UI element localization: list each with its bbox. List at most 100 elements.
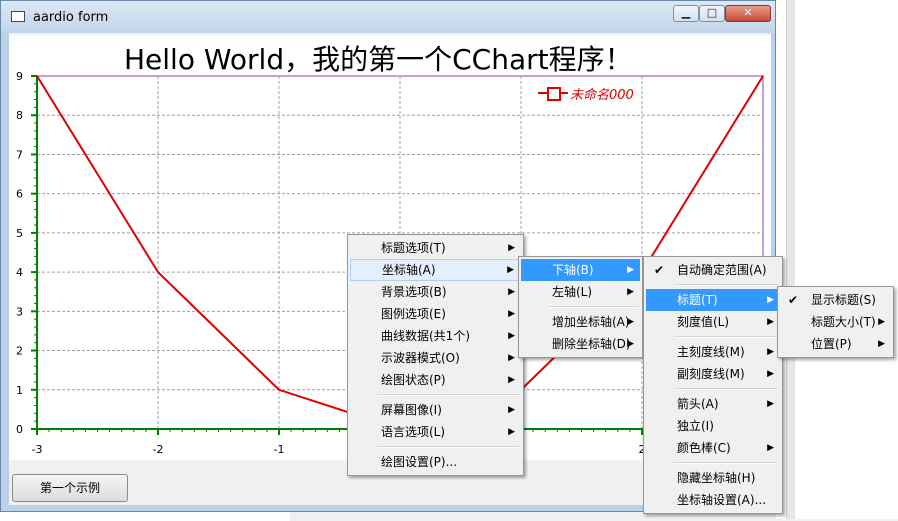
submenu-arrow-icon: ▶ <box>767 443 774 453</box>
submenu-arrow-icon: ▶ <box>627 317 634 327</box>
menu-separator <box>549 306 638 308</box>
menu-item[interactable]: 独立(I) <box>646 415 780 437</box>
submenu-arrow-icon: ▶ <box>508 375 515 385</box>
menu-item[interactable]: 标题选项(T) ▶ <box>350 237 521 259</box>
submenu-arrow-icon: ▶ <box>508 331 515 341</box>
menu-item[interactable]: 左轴(L) ▶ <box>521 281 640 303</box>
y-tick-label: 2 <box>16 345 23 358</box>
submenu-arrow-icon: ▶ <box>508 243 515 253</box>
menu-item[interactable]: 标题大小(T) ▶ <box>780 311 891 333</box>
menu-item[interactable]: ✔ 显示标题(S) <box>780 289 891 311</box>
menu-item-label: 标题大小(T) <box>811 315 876 329</box>
menu-item-label: 显示标题(S) <box>811 293 876 307</box>
menu-item[interactable]: 主刻度线(M) ▶ <box>646 341 780 363</box>
menu-item[interactable]: 删除坐标轴(D) ▶ <box>521 333 640 355</box>
x-tick-label: -1 <box>274 443 285 456</box>
submenu-arrow-icon: ▶ <box>508 405 515 415</box>
submenu-arrow-icon: ▶ <box>508 287 515 297</box>
check-icon: ✔ <box>654 263 665 277</box>
submenu-arrow-icon: ▶ <box>878 317 885 327</box>
menu-item[interactable]: 刻度值(L) ▶ <box>646 311 780 333</box>
submenu-arrow-icon: ▶ <box>627 339 634 349</box>
menu-item[interactable]: 箭头(A) ▶ <box>646 393 780 415</box>
menu-item[interactable]: 坐标轴设置(A)... <box>646 489 780 511</box>
menu-item[interactable]: 标题(T) ▶ <box>646 289 780 311</box>
menu-item[interactable]: 示波器模式(O) ▶ <box>350 347 521 369</box>
menu-item-label: 左轴(L) <box>552 285 593 299</box>
menu-separator <box>674 462 778 464</box>
menu-item-label: 背景选项(B) <box>381 285 447 299</box>
y-tick-label: 3 <box>16 305 23 318</box>
menu-item-label: 示波器模式(O) <box>381 351 460 365</box>
submenu-arrow-icon: ▶ <box>508 353 515 363</box>
menu-item-label: 刻度值(L) <box>677 315 730 329</box>
menu-item[interactable]: ✔ 自动确定范围(A) <box>646 259 780 281</box>
menu-item-label: 曲线数据(共1个) <box>381 329 470 343</box>
submenu-arrow-icon: ▶ <box>767 317 774 327</box>
submenu-arrow-icon: ▶ <box>767 295 774 305</box>
menu-item-label: 屏幕图像(I) <box>381 403 442 417</box>
submenu-arrow-icon: ▶ <box>627 287 634 297</box>
x-tick-label: -3 <box>32 443 43 456</box>
menu-separator <box>378 446 519 448</box>
menu-item[interactable]: 颜色棒(C) ▶ <box>646 437 780 459</box>
menu-item-label: 增加坐标轴(A) <box>552 315 630 329</box>
bottom-axis-submenu: ✔ 自动确定范围(A) 标题(T) ▶ 刻度值(L) ▶ 主刻度线(M) ▶ 副刻度线(M) ▶ 箭… <box>643 256 783 514</box>
menu-separator <box>378 394 519 396</box>
y-tick-label: 7 <box>16 148 23 161</box>
context-menu: 标题选项(T) ▶ 坐标轴(A) ▶ 背景选项(B) ▶ 图例选项(E) ▶ 曲线数据(共1个)… <box>347 234 524 476</box>
menu-item[interactable]: 屏幕图像(I) ▶ <box>350 399 521 421</box>
menu-item-label: 位置(P) <box>811 337 852 351</box>
menu-item-label: 自动确定范围(A) <box>677 263 767 277</box>
menu-item[interactable]: 隐藏坐标轴(H) <box>646 467 780 489</box>
axis-submenu: 下轴(B) ▶ 左轴(L) ▶ 增加坐标轴(A) ▶ 删除坐标轴(D) ▶ <box>518 256 643 358</box>
menu-separator <box>674 388 778 390</box>
legend-series-name: 未命名000 <box>570 88 634 103</box>
submenu-arrow-icon: ▶ <box>878 339 885 349</box>
legend: 未命名000 <box>538 82 648 104</box>
submenu-arrow-icon: ▶ <box>508 309 515 319</box>
menu-item[interactable]: 图例选项(E) ▶ <box>350 303 521 325</box>
title-submenu: ✔ 显示标题(S) 标题大小(T) ▶ 位置(P) ▶ <box>777 286 894 358</box>
menu-item[interactable]: 背景选项(B) ▶ <box>350 281 521 303</box>
menu-item-label: 隐藏坐标轴(H) <box>677 471 756 485</box>
y-tick-label: 5 <box>16 227 23 240</box>
check-icon: ✔ <box>788 293 799 307</box>
menu-item-label: 独立(I) <box>677 419 714 433</box>
menu-item-label: 图例选项(E) <box>381 307 446 321</box>
submenu-arrow-icon: ▶ <box>627 265 634 275</box>
menu-item[interactable]: 位置(P) ▶ <box>780 333 891 355</box>
menu-item[interactable]: 增加坐标轴(A) ▶ <box>521 311 640 333</box>
menu-item[interactable]: 下轴(B) ▶ <box>521 259 640 281</box>
submenu-arrow-icon: ▶ <box>767 399 774 409</box>
menu-item-label: 标题选项(T) <box>381 241 446 255</box>
menu-item[interactable]: 绘图设置(P)... <box>350 451 521 473</box>
submenu-arrow-icon: ▶ <box>767 369 774 379</box>
legend-marker-icon <box>547 87 561 101</box>
menu-item-label: 语言选项(L) <box>381 425 446 439</box>
menu-item[interactable]: 坐标轴(A) ▶ <box>350 259 521 281</box>
menu-item[interactable]: 语言选项(L) ▶ <box>350 421 521 443</box>
menu-item-label: 主刻度线(M) <box>677 345 745 359</box>
menu-separator <box>674 336 778 338</box>
menu-item-label: 删除坐标轴(D) <box>552 337 631 351</box>
x-tick-label: -2 <box>153 443 164 456</box>
first-example-button[interactable]: 第一个示例 <box>12 474 128 502</box>
data-point <box>36 75 38 77</box>
menu-item-label: 箭头(A) <box>677 397 719 411</box>
y-tick-label: 9 <box>16 70 23 83</box>
y-tick-label: 8 <box>16 109 23 122</box>
menu-item[interactable]: 曲线数据(共1个) ▶ <box>350 325 521 347</box>
menu-item[interactable]: 副刻度线(M) ▶ <box>646 363 780 385</box>
y-tick-label: 0 <box>16 423 23 436</box>
submenu-arrow-icon: ▶ <box>508 427 515 437</box>
menu-item-label: 标题(T) <box>677 293 718 307</box>
menu-item-label: 颜色棒(C) <box>677 441 731 455</box>
menu-item-label: 绘图状态(P) <box>381 373 446 387</box>
y-tick-label: 6 <box>16 188 23 201</box>
menu-item[interactable]: 绘图状态(P) ▶ <box>350 369 521 391</box>
menu-item-label: 绘图设置(P)... <box>381 455 458 469</box>
data-point <box>278 388 280 391</box>
menu-item-label: 下轴(B) <box>552 263 594 277</box>
menu-separator <box>674 284 778 286</box>
